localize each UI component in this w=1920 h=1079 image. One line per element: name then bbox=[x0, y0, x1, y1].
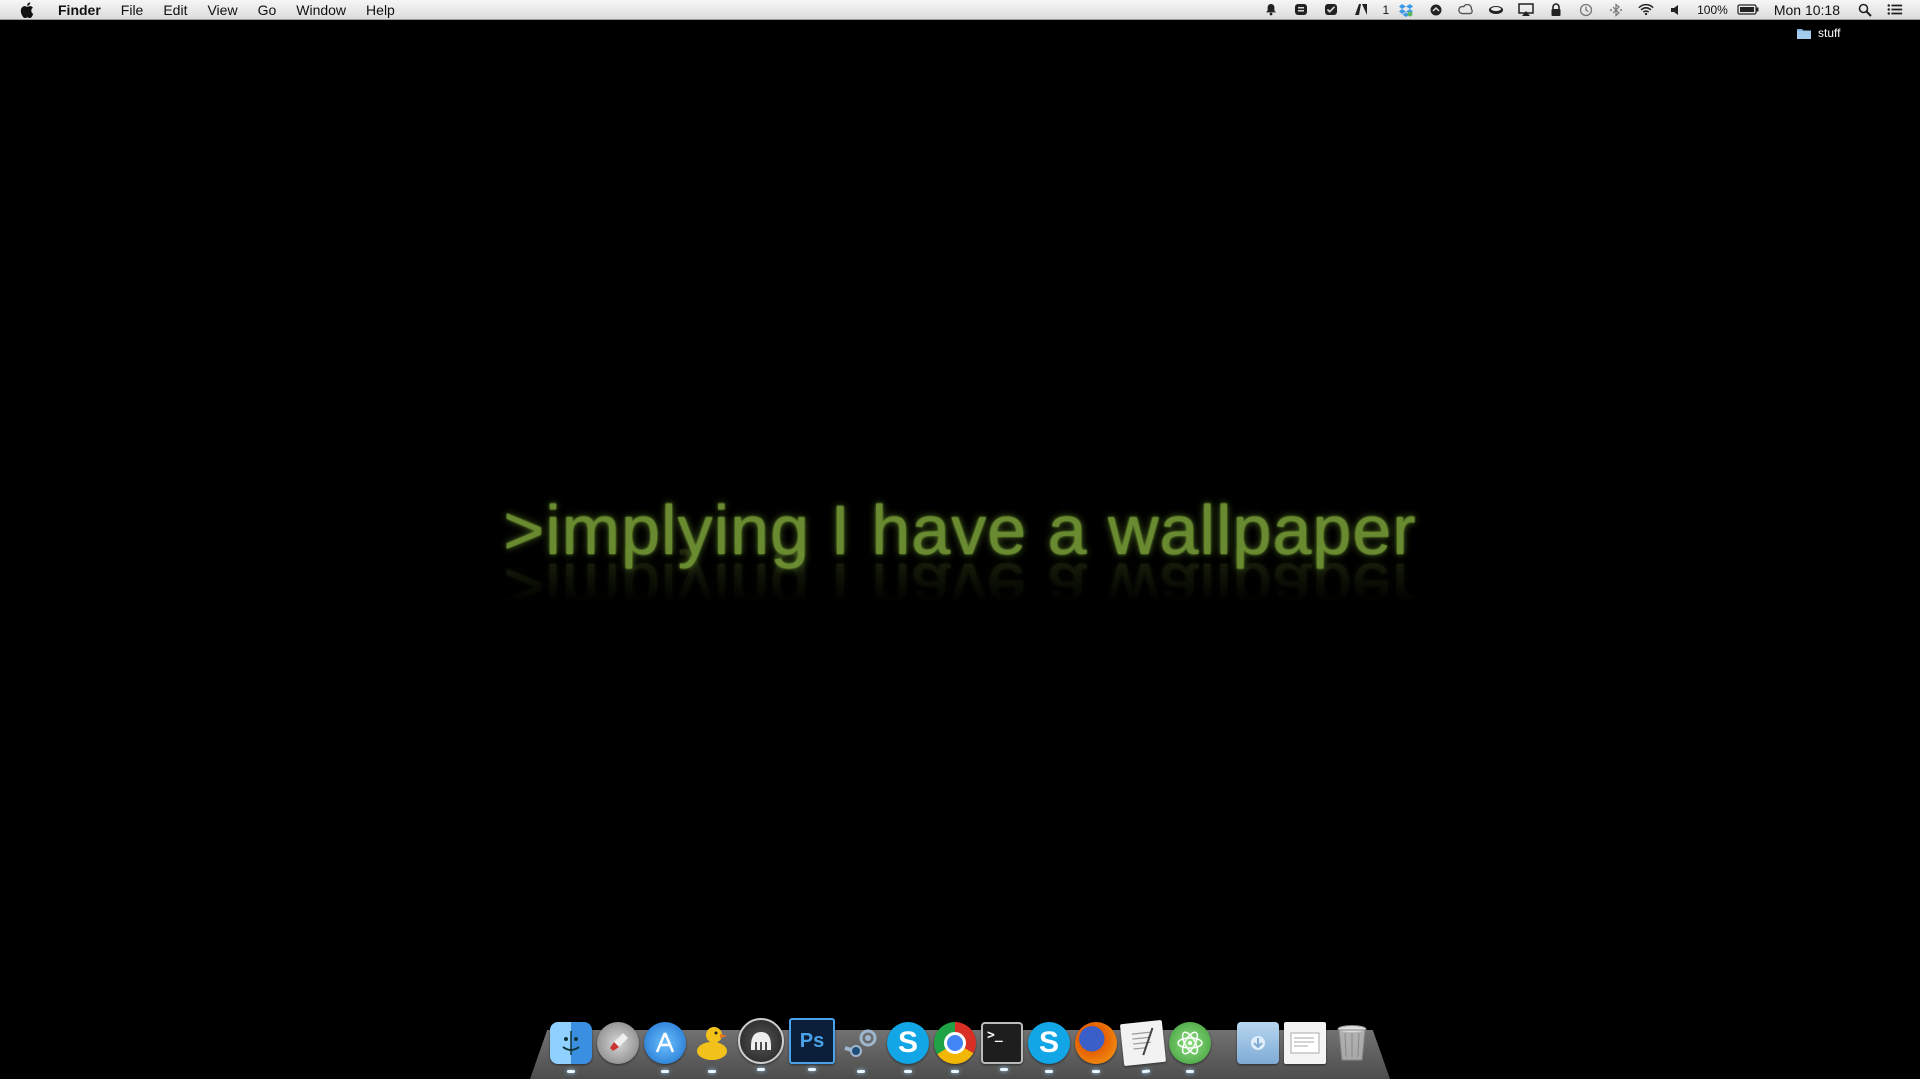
steam-icon[interactable] bbox=[840, 1022, 882, 1073]
spotlight-search-icon[interactable] bbox=[1857, 3, 1873, 17]
menubar-clock[interactable]: Mon 10:18 bbox=[1774, 2, 1840, 18]
chrome-icon[interactable] bbox=[934, 1022, 976, 1073]
menu-bar: Finder File Edit View Go Window Help 1 1… bbox=[0, 0, 1920, 20]
mamp-icon[interactable] bbox=[738, 1018, 784, 1071]
adobe-icon[interactable] bbox=[1353, 3, 1369, 17]
cloudapp-icon[interactable] bbox=[1428, 3, 1444, 17]
menu-finder[interactable]: Finder bbox=[54, 0, 111, 20]
wifi-icon[interactable] bbox=[1638, 3, 1654, 17]
skype-label: S bbox=[897, 1026, 918, 1059]
atom-icon[interactable] bbox=[1169, 1022, 1211, 1073]
wallpaper-text-block: >implying I have a wallpaper >implying I… bbox=[0, 490, 1920, 627]
textedit-icon[interactable] bbox=[1119, 1019, 1167, 1074]
photoshop-icon[interactable]: Ps bbox=[789, 1018, 835, 1071]
documents-stack-icon[interactable] bbox=[1284, 1022, 1326, 1064]
menu-file[interactable]: File bbox=[111, 0, 154, 20]
finder-icon[interactable] bbox=[550, 1022, 592, 1073]
desktop-folder-stuff[interactable]: stuff bbox=[1796, 26, 1840, 40]
menu-help[interactable]: Help bbox=[356, 0, 405, 20]
terminal-icon[interactable]: >_ bbox=[981, 1022, 1023, 1071]
wallpaper-text-reflection: >implying I have a wallpaper bbox=[0, 548, 1920, 628]
caffeine-cup-icon[interactable] bbox=[1488, 3, 1504, 17]
apple-menu-icon[interactable] bbox=[16, 1, 38, 18]
bluetooth-icon[interactable] bbox=[1608, 2, 1624, 17]
folder-icon bbox=[1796, 27, 1812, 40]
dock: Ps S >_ S bbox=[550, 1018, 1373, 1074]
adobe-badge-count: 1 bbox=[1382, 2, 1390, 17]
downloads-stack-icon[interactable] bbox=[1237, 1022, 1279, 1064]
dropbox-icon[interactable] bbox=[1398, 3, 1414, 17]
docs-sync-icon[interactable] bbox=[1293, 3, 1309, 17]
notification-bell-icon[interactable] bbox=[1263, 3, 1279, 17]
desktop-folder-label: stuff bbox=[1818, 26, 1841, 40]
launchpad-icon[interactable] bbox=[597, 1022, 639, 1064]
trash-icon[interactable] bbox=[1331, 1022, 1373, 1064]
check-shield-icon[interactable] bbox=[1323, 3, 1339, 17]
volume-icon[interactable] bbox=[1668, 3, 1684, 17]
menu-window[interactable]: Window bbox=[286, 0, 356, 20]
notification-center-icon[interactable] bbox=[1887, 3, 1903, 17]
wallpaper-text-reflected: >implying I have a wallpaper bbox=[503, 549, 1417, 627]
skype-icon[interactable]: S bbox=[887, 1022, 929, 1073]
firefox-icon[interactable] bbox=[1075, 1022, 1117, 1073]
cyberduck-icon[interactable] bbox=[691, 1022, 733, 1073]
lock-icon[interactable] bbox=[1548, 2, 1564, 17]
menu-edit[interactable]: Edit bbox=[153, 0, 197, 20]
terminal-prompt: >_ bbox=[987, 1028, 1003, 1043]
menu-view[interactable]: View bbox=[197, 0, 247, 20]
photoshop-label: Ps bbox=[799, 1029, 825, 1052]
skype-label-2: S bbox=[1038, 1026, 1059, 1059]
airplay-icon[interactable] bbox=[1518, 3, 1534, 17]
menu-go[interactable]: Go bbox=[248, 0, 287, 20]
battery-percentage: 100% bbox=[1697, 2, 1728, 17]
skype-icon-2[interactable]: S bbox=[1028, 1022, 1070, 1073]
time-machine-icon[interactable] bbox=[1578, 3, 1594, 17]
battery-icon[interactable] bbox=[1737, 3, 1759, 17]
creative-cloud-icon[interactable] bbox=[1458, 3, 1474, 17]
app-store-icon[interactable] bbox=[644, 1022, 686, 1073]
